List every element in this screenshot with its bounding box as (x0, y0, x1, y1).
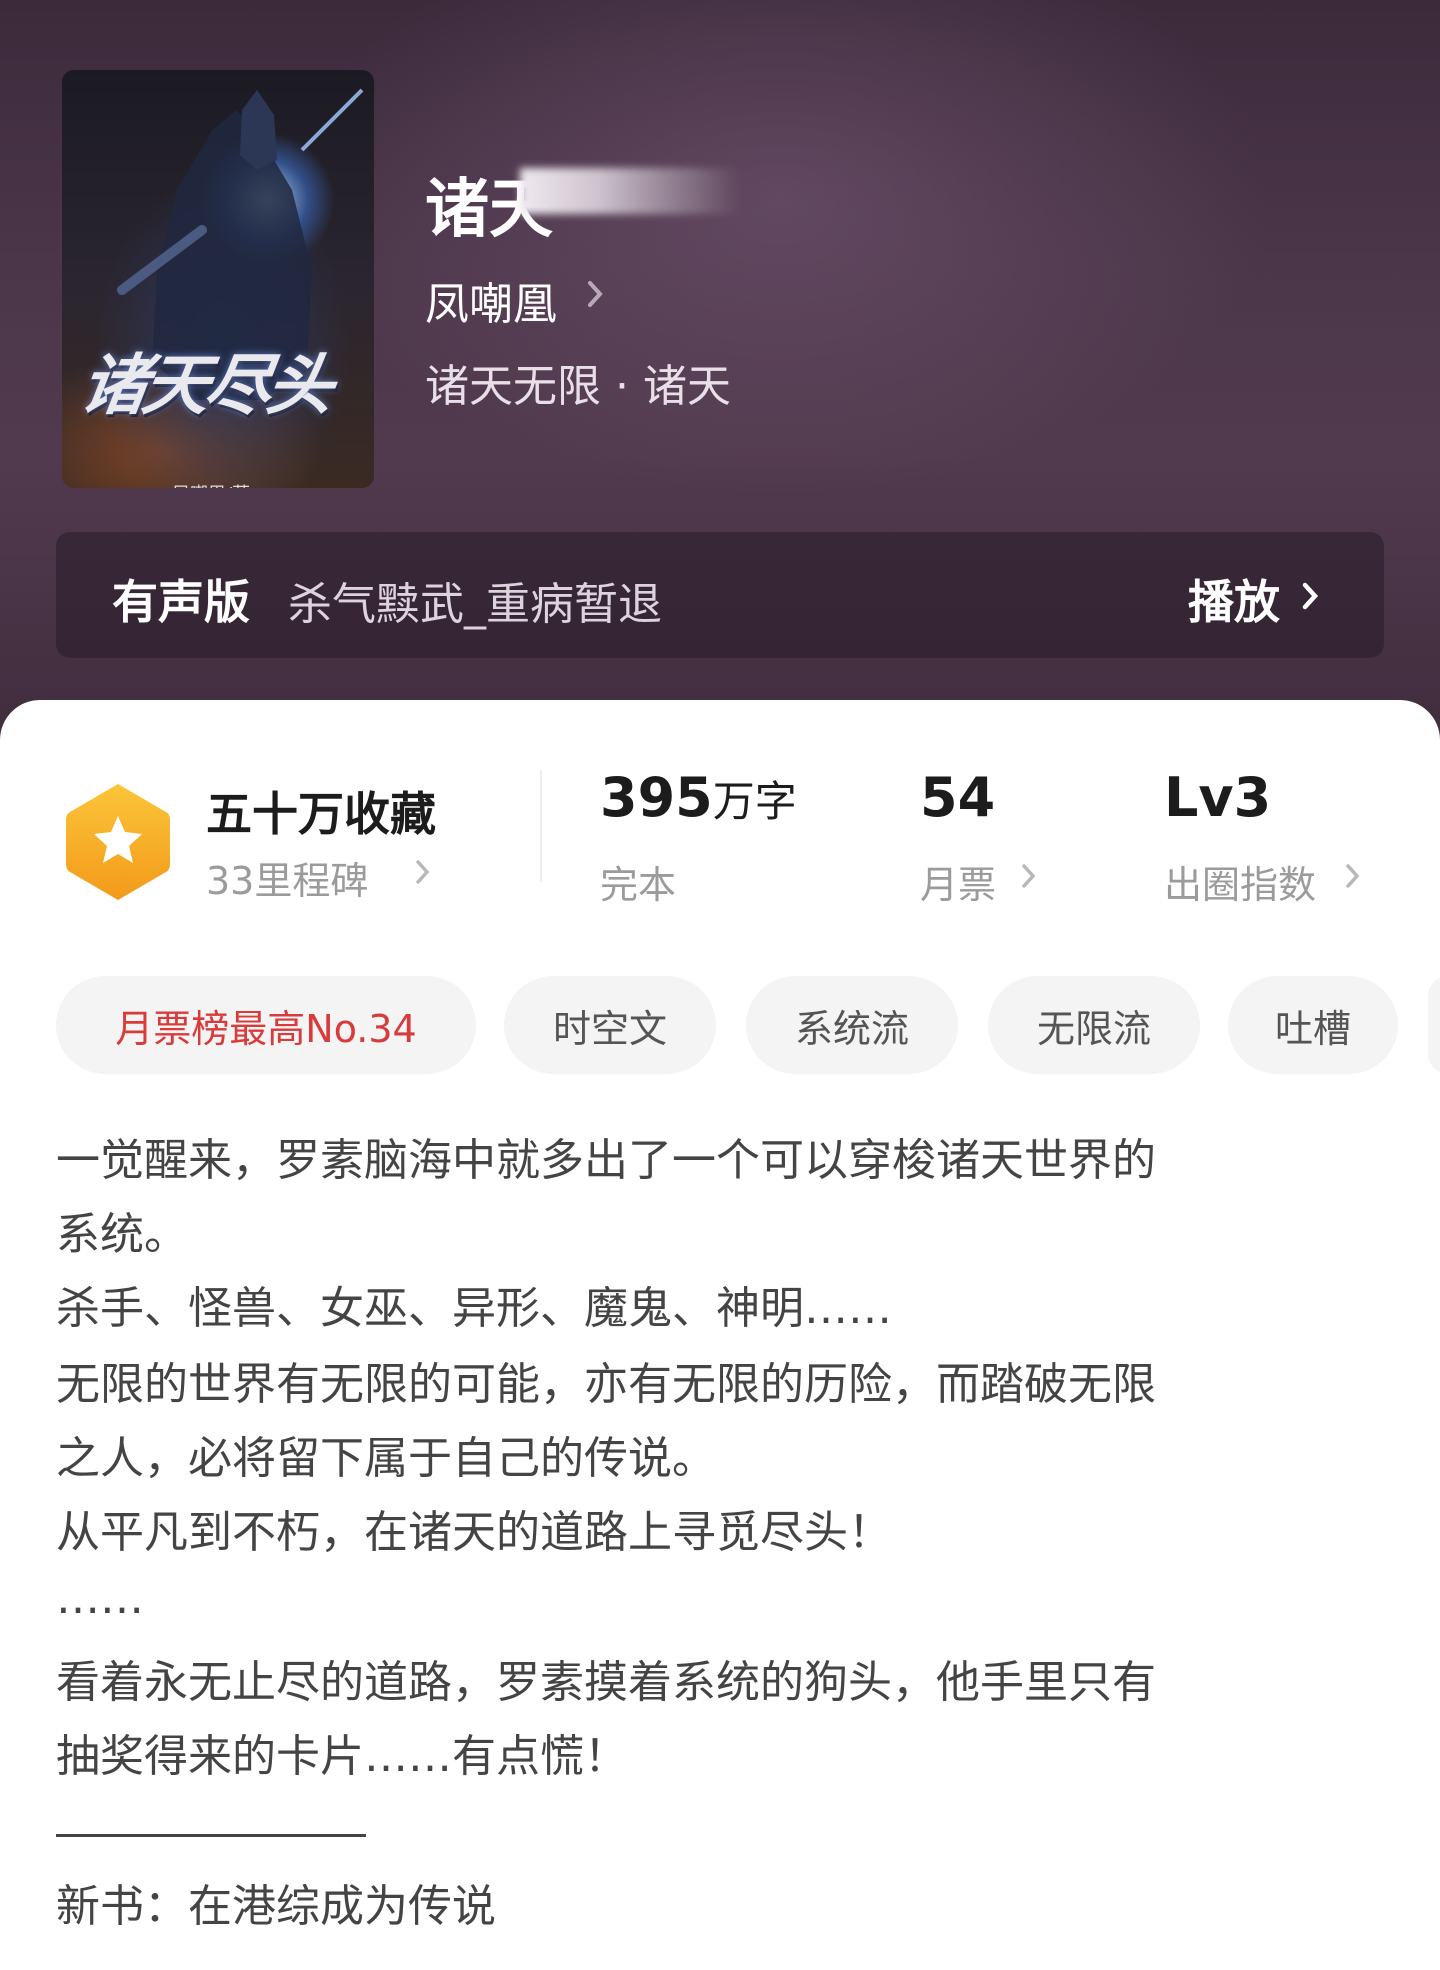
tag-ranking[interactable]: 月票榜最高No.34 (56, 976, 476, 1074)
monthly-tickets-value[interactable]: 54 (920, 766, 995, 829)
description-line: 看着永无止尽的道路，罗素摸着系统的狗头，他手里只有 (56, 1657, 1156, 1708)
tag-roast[interactable]: 吐槽 (1228, 976, 1398, 1074)
cover-title: 诸天尽头 (75, 347, 335, 424)
description-line: …… (56, 1573, 144, 1624)
audio-version-bar[interactable] (56, 532, 1384, 658)
title-blur-mask (520, 168, 740, 214)
description-line: 一觉醒来，罗素脑海中就多出了一个可以穿梭诸天世界的 (56, 1135, 1156, 1186)
chevron-right-icon[interactable] (583, 276, 609, 312)
author-link[interactable]: 凤嘲凰 (425, 268, 557, 332)
description-divider (56, 1834, 366, 1837)
book-cover[interactable]: 诸天尽头 凤嘲凰/著 (62, 70, 374, 488)
new-book-link[interactable]: 新书：在港综成为传说 (56, 1870, 1386, 1944)
circle-index-label[interactable]: 出圈指数 (1164, 854, 1316, 909)
completion-status: 完本 (600, 863, 677, 907)
tag-more-partial[interactable] (1428, 976, 1440, 1074)
word-count: 395万字 (600, 766, 797, 829)
book-genre: 诸天无限 · 诸天 (425, 361, 731, 412)
collect-title[interactable]: 五十万收藏 (206, 778, 436, 844)
cover-author: 凤嘲凰/著 (172, 480, 250, 488)
tag-system[interactable]: 系统流 (746, 976, 958, 1074)
audio-play-button[interactable]: 播放 (1188, 566, 1280, 632)
description-line: 从平凡到不朽，在诸天的道路上寻觅尽头！ (56, 1507, 892, 1558)
word-count-value: 395 (600, 766, 713, 829)
description-line: 无限的世界有无限的可能，亦有无限的历险，而踏破无限 (56, 1359, 1156, 1410)
description-line: 杀手、怪兽、女巫、异形、魔鬼、神明…… (56, 1283, 892, 1334)
description-line: 抽奖得来的卡片……有点慌！ (56, 1731, 628, 1782)
circle-index-value[interactable]: Lv3 (1164, 766, 1271, 829)
audio-narrator: 杀气黩武_重病暂退 (288, 579, 662, 630)
chevron-right-icon[interactable] (1342, 860, 1364, 892)
star-badge-icon (66, 784, 170, 900)
collect-milestone[interactable]: 33里程碑 (206, 850, 368, 905)
tag-infinite[interactable]: 无限流 (988, 976, 1200, 1074)
stats-divider (540, 770, 542, 882)
chevron-right-icon[interactable] (412, 856, 434, 888)
tag-time-space[interactable]: 时空文 (504, 976, 716, 1074)
chevron-right-icon[interactable] (1018, 860, 1040, 892)
description-line: 系统。 (56, 1209, 188, 1260)
monthly-tickets-label[interactable]: 月票 (920, 854, 996, 909)
description-line: 之人，必将留下属于自己的传说。 (56, 1433, 716, 1484)
word-count-unit: 万字 (712, 777, 797, 826)
audio-version-label: 有声版 (112, 575, 250, 629)
chevron-right-icon[interactable] (1298, 578, 1324, 614)
